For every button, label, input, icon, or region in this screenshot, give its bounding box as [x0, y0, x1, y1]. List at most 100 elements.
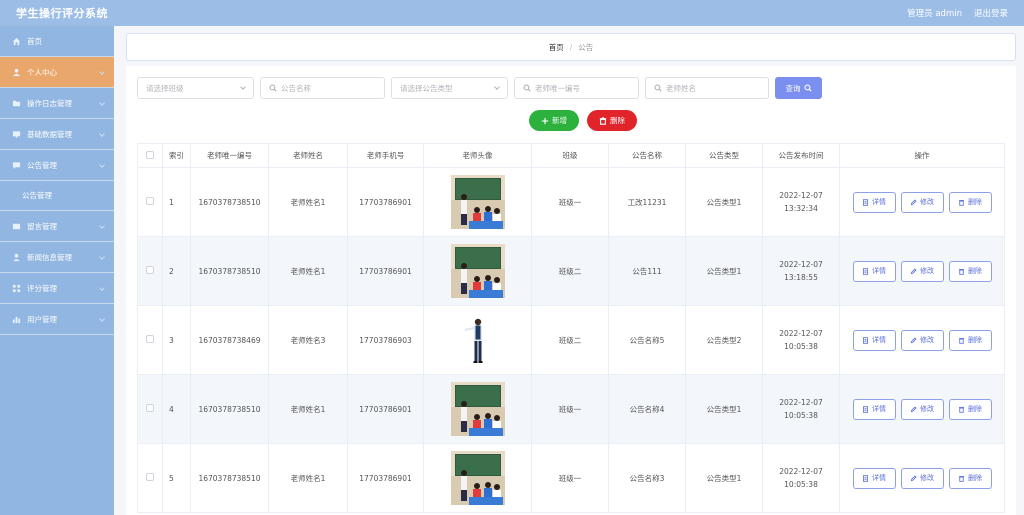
cell-index: 4 — [162, 374, 191, 444]
row-checkbox-cell[interactable] — [137, 374, 163, 444]
sidebar-item-2[interactable]: 操作日志管理 — [0, 88, 114, 119]
row-checkbox-cell[interactable] — [137, 167, 163, 237]
cell-teacher-name: 老师姓名1 — [268, 167, 348, 237]
cell-teacher-id: 1670378738510 — [190, 167, 269, 237]
breadcrumb: 首页 / 公告 — [126, 33, 1016, 61]
sidebar-item-6[interactable]: 留言管理 — [0, 211, 114, 242]
delete-label: 删除 — [968, 198, 982, 206]
row-checkbox-cell[interactable] — [137, 443, 163, 513]
chevron-down-icon — [240, 84, 246, 90]
detail-button[interactable]: 详情 — [852, 260, 896, 282]
trash-icon — [959, 406, 964, 413]
cell-teacher-name: 老师姓名1 — [268, 443, 348, 513]
select-all-checkbox-cell[interactable] — [137, 143, 163, 168]
cell-teacher-id: 1670378738510 — [190, 374, 269, 444]
chevron-down-icon — [494, 84, 500, 90]
cell-operations: 详情 修改 删除 — [839, 443, 1005, 513]
cell-publish-time: 2022-12-07 10:05:38 — [762, 374, 840, 444]
cell-class: 班级二 — [531, 305, 609, 375]
detail-button[interactable]: 详情 — [852, 191, 896, 213]
row-checkbox[interactable] — [146, 335, 154, 343]
add-button[interactable]: 新增 — [529, 110, 579, 131]
delete-button[interactable]: 删除 — [948, 329, 992, 351]
row-checkbox[interactable] — [146, 197, 154, 205]
delete-button[interactable]: 删除 — [948, 260, 992, 282]
delete-label: 删除 — [968, 336, 982, 344]
query-label: 查询 — [785, 83, 801, 93]
sidebar-item-1[interactable]: 个人中心 — [0, 57, 114, 88]
delete-button[interactable]: 删除 — [948, 191, 992, 213]
delete-button[interactable]: 删除 — [948, 398, 992, 420]
header-index: 索引 — [162, 143, 191, 168]
detail-label: 详情 — [872, 405, 886, 413]
breadcrumb-home[interactable]: 首页 — [549, 42, 564, 53]
add-label: 新增 — [552, 116, 567, 125]
cell-teacher-id: 1670378738510 — [190, 236, 269, 306]
sidebar-item-label: 公告管理 — [27, 160, 57, 170]
logout-link[interactable]: 退出登录 — [974, 7, 1008, 19]
sidebar-item-label: 新闻信息管理 — [27, 252, 72, 262]
chevron-down-icon — [99, 69, 105, 75]
edit-button[interactable]: 修改 — [900, 467, 944, 489]
row-checkbox[interactable] — [146, 473, 154, 481]
edit-button[interactable]: 修改 — [900, 329, 944, 351]
notice-type-placeholder: 请选择公告类型 — [400, 83, 453, 93]
detail-button[interactable]: 详情 — [852, 467, 896, 489]
cell-teacher-name: 老师姓名1 — [268, 236, 348, 306]
detail-button[interactable]: 详情 — [852, 398, 896, 420]
delete-button[interactable]: 删除 — [948, 467, 992, 489]
row-checkbox-cell[interactable] — [137, 236, 163, 306]
table-header-row: 索引 老师唯一编号 老师姓名 老师手机号 老师头像 班级 公告名称 公告类型 公… — [137, 143, 1005, 168]
edit-button[interactable]: 修改 — [900, 398, 944, 420]
pencil-icon — [910, 474, 917, 481]
header-avatar: 老师头像 — [423, 143, 532, 168]
notice-table: 索引 老师唯一编号 老师姓名 老师手机号 老师头像 班级 公告名称 公告类型 公… — [137, 143, 1005, 513]
notice-type-select[interactable]: 请选择公告类型 — [391, 77, 508, 99]
cell-publish-time: 2022-12-07 13:18:55 — [762, 236, 840, 306]
sidebar-item-3[interactable]: 基础数据管理 — [0, 119, 114, 150]
folder-icon — [12, 99, 21, 108]
trash-icon — [959, 475, 964, 482]
cell-notice-type: 公告类型1 — [685, 374, 763, 444]
grid-icon — [12, 284, 21, 293]
notice-name-placeholder: 公告名称 — [281, 83, 311, 93]
table-row: 3 1670378738469 老师姓名3 17703786903 班级二 公告名称5 公告… — [137, 305, 1005, 375]
row-checkbox[interactable] — [146, 404, 154, 412]
row-checkbox-cell[interactable] — [137, 305, 163, 375]
edit-button[interactable]: 修改 — [900, 260, 944, 282]
search-icon — [269, 84, 277, 92]
delete-button[interactable]: 删除 — [587, 110, 637, 131]
trash-icon — [959, 199, 964, 206]
filter-bar: 请选择班级 公告名称 请选择公告类型 老师唯一编号 老师姓名 查询 — [137, 77, 822, 99]
chevron-down-icon — [99, 100, 105, 106]
chevron-down-icon — [99, 131, 105, 137]
edit-label: 修改 — [920, 336, 934, 344]
sidebar-item-0[interactable]: 首页 — [0, 26, 114, 57]
pencil-icon — [910, 336, 917, 343]
teacher-id-placeholder: 老师唯一编号 — [535, 83, 580, 93]
sidebar-item-7[interactable]: 新闻信息管理 — [0, 242, 114, 273]
row-checkbox[interactable] — [146, 266, 154, 274]
edit-label: 修改 — [920, 267, 934, 275]
cell-index: 5 — [162, 443, 191, 513]
cell-avatar — [423, 167, 532, 237]
cell-notice-name: 公告111 — [608, 236, 686, 306]
cell-operations: 详情 修改 删除 — [839, 236, 1005, 306]
detail-button[interactable]: 详情 — [852, 329, 896, 351]
teacher-name-input[interactable]: 老师姓名 — [645, 77, 769, 99]
query-button[interactable]: 查询 — [775, 77, 822, 99]
document-icon — [862, 267, 869, 275]
edit-button[interactable]: 修改 — [900, 191, 944, 213]
teacher-id-input[interactable]: 老师唯一编号 — [514, 77, 639, 99]
class-select[interactable]: 请选择班级 — [137, 77, 254, 99]
table-row: 1 1670378738510 老师姓名1 17703786901 班级一 工改11231… — [137, 167, 1005, 237]
notice-name-input[interactable]: 公告名称 — [260, 77, 385, 99]
sidebar-item-5[interactable]: 公告管理 — [0, 181, 114, 211]
sidebar-item-4[interactable]: 公告管理 — [0, 150, 114, 181]
select-all-checkbox[interactable] — [146, 150, 154, 159]
sidebar-item-8[interactable]: 评分管理 — [0, 273, 114, 304]
sidebar-item-9[interactable]: 用户管理 — [0, 304, 114, 335]
delete-label: 删除 — [968, 267, 982, 275]
cell-phone: 17703786901 — [347, 374, 424, 444]
chevron-down-icon — [99, 162, 105, 168]
